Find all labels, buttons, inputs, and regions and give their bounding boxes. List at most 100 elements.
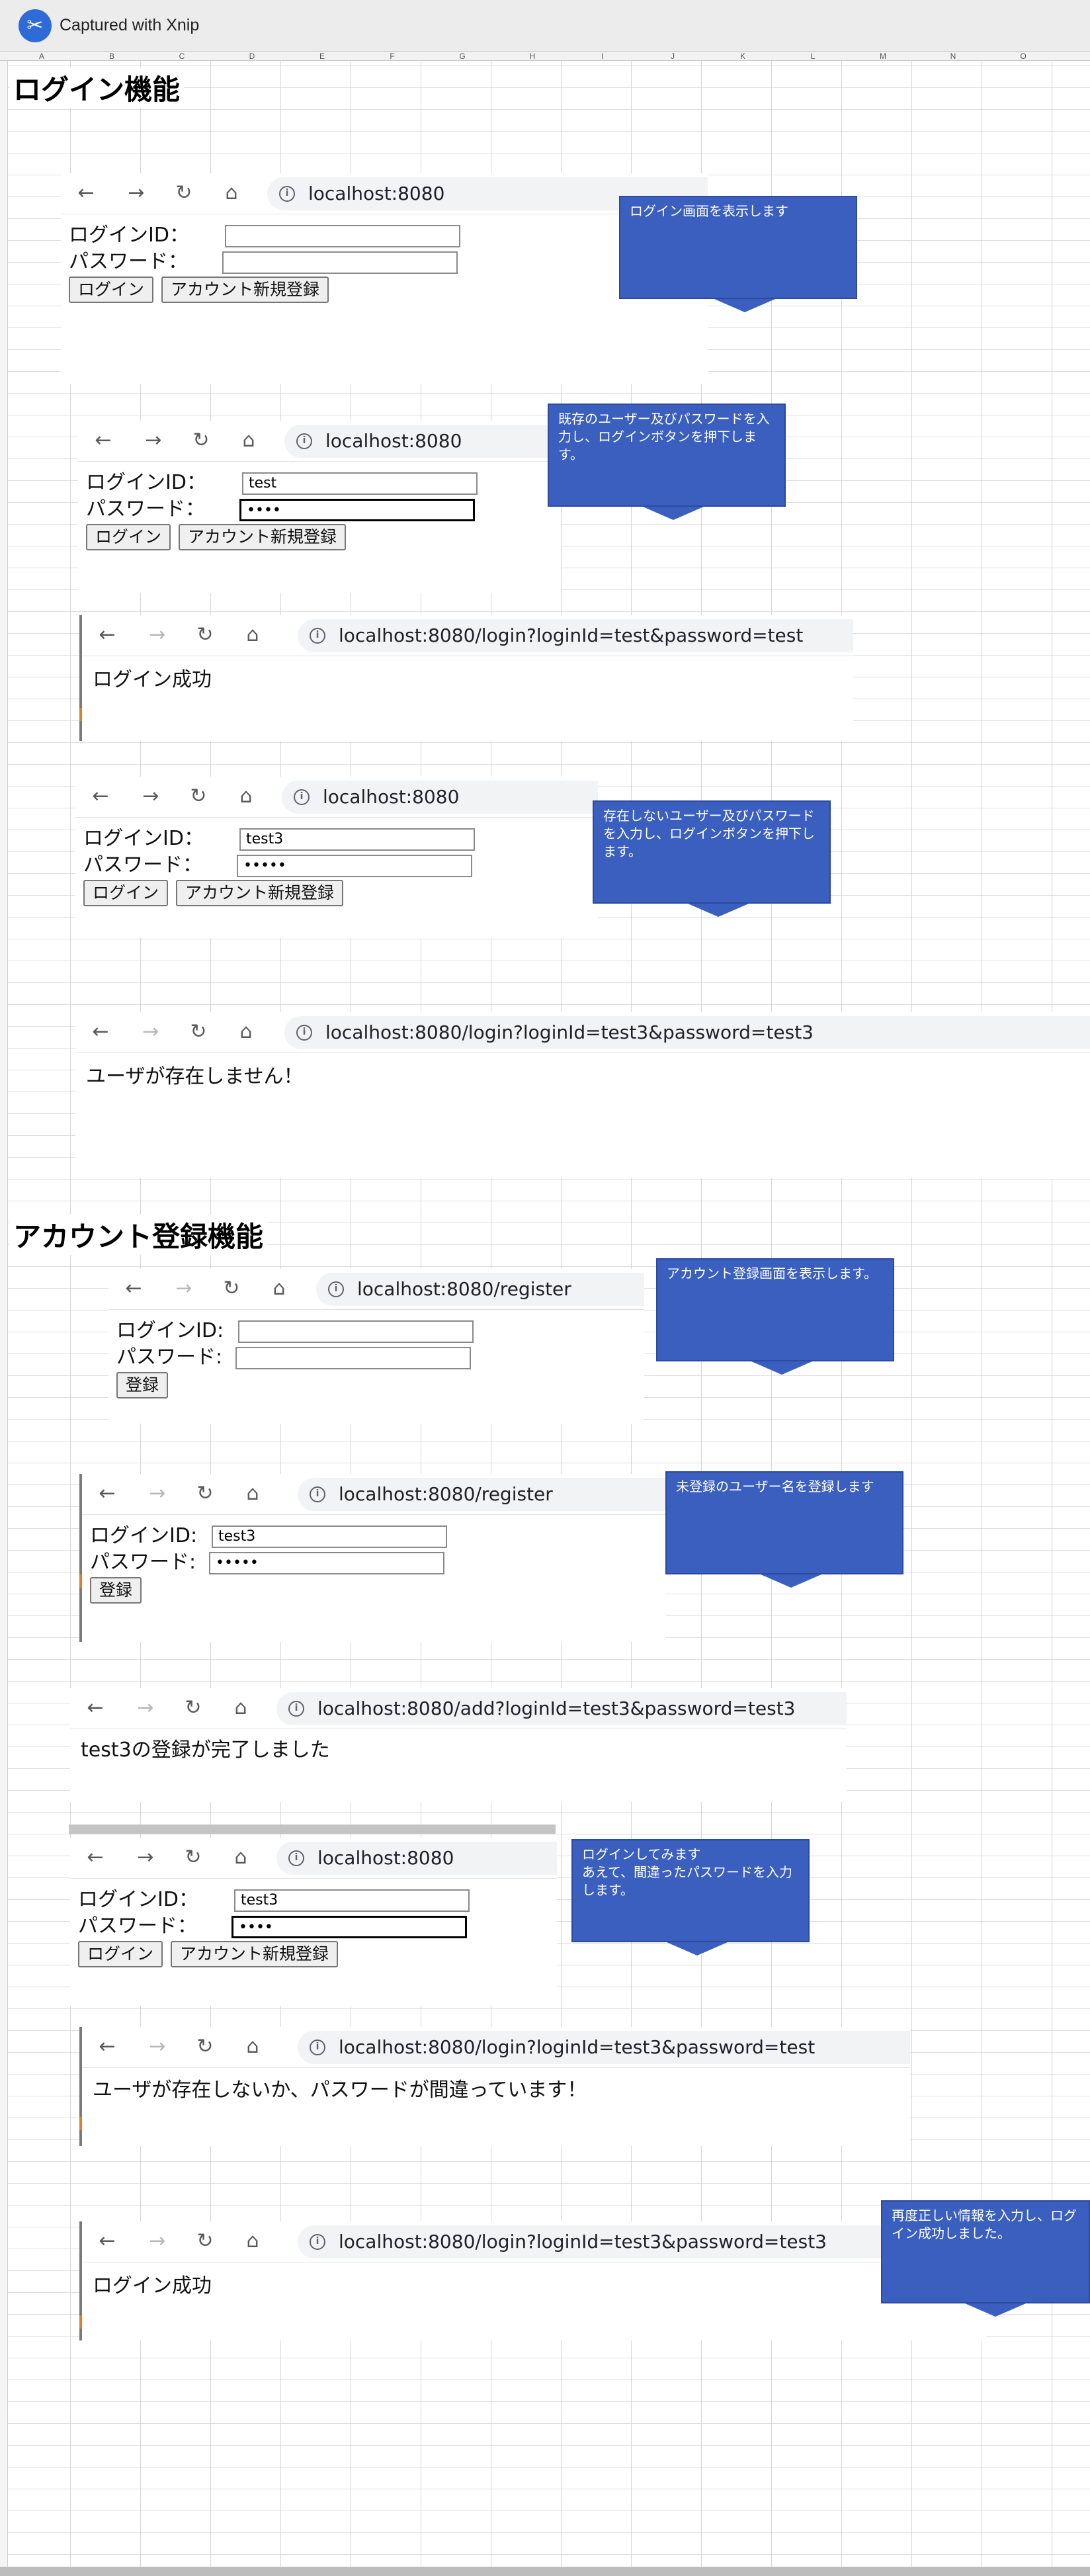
column-letter[interactable]: G: [427, 52, 497, 61]
column-letter[interactable]: F: [357, 52, 427, 61]
back-arrow-icon[interactable]: ←: [86, 1017, 115, 1047]
reload-icon[interactable]: ↻: [190, 1479, 220, 1508]
column-letter[interactable]: A: [7, 52, 77, 61]
reload-icon[interactable]: ↻: [179, 1843, 208, 1872]
info-icon[interactable]: i: [310, 2234, 325, 2250]
info-icon[interactable]: i: [310, 628, 325, 644]
reload-icon[interactable]: ↻: [179, 1694, 208, 1723]
home-icon[interactable]: ⌂: [265, 1274, 294, 1303]
address-bar[interactable]: i localhost:8080/register: [316, 1273, 644, 1306]
info-icon[interactable]: i: [294, 789, 310, 805]
login-id-input[interactable]: test3: [234, 1889, 470, 1912]
address-bar[interactable]: i localhost:8080: [276, 1842, 557, 1875]
reload-icon[interactable]: ↻: [184, 1017, 213, 1047]
back-arrow-icon[interactable]: ←: [119, 1274, 148, 1303]
back-arrow-icon[interactable]: ←: [93, 621, 122, 650]
column-letter[interactable]: E: [287, 52, 357, 61]
column-letter[interactable]: B: [77, 52, 147, 61]
forward-arrow-icon[interactable]: →: [136, 782, 165, 811]
address-bar[interactable]: i localhost:8080/login?loginId=test3&pas…: [298, 2031, 910, 2064]
column-letter[interactable]: J: [638, 52, 708, 61]
new-account-button[interactable]: アカウント新規登録: [171, 1941, 339, 1967]
forward-arrow-icon[interactable]: →: [122, 179, 151, 208]
info-icon[interactable]: i: [296, 433, 312, 449]
column-letter[interactable]: O: [988, 52, 1058, 61]
column-letter[interactable]: M: [848, 52, 918, 61]
back-arrow-icon[interactable]: ←: [93, 1479, 122, 1508]
register-button[interactable]: 登録: [116, 1372, 169, 1398]
home-icon[interactable]: ⌂: [231, 782, 261, 811]
address-bar[interactable]: i localhost:8080/login?loginId=test&pass…: [298, 619, 853, 652]
home-icon[interactable]: ⌂: [226, 1843, 255, 1872]
column-letter[interactable]: D: [217, 52, 287, 61]
password-input[interactable]: •••••: [209, 1552, 444, 1574]
home-icon[interactable]: ⌂: [238, 1479, 267, 1508]
login-id-input[interactable]: test3: [239, 828, 475, 851]
login-id-input[interactable]: test3: [212, 1525, 447, 1548]
info-icon[interactable]: i: [296, 1025, 312, 1041]
info-icon[interactable]: i: [288, 1850, 304, 1866]
login-button[interactable]: ログイン: [83, 880, 169, 906]
home-icon[interactable]: ⌂: [226, 1694, 255, 1723]
reload-icon[interactable]: ↻: [217, 1274, 246, 1303]
forward-arrow-icon[interactable]: →: [136, 1017, 165, 1047]
home-icon[interactable]: ⌂: [238, 2032, 267, 2061]
info-icon[interactable]: i: [279, 186, 295, 202]
forward-arrow-icon[interactable]: →: [143, 2032, 172, 2061]
forward-arrow-icon[interactable]: →: [143, 2227, 172, 2256]
login-button[interactable]: ログイン: [69, 277, 154, 303]
reload-icon[interactable]: ↻: [190, 621, 220, 650]
column-letter[interactable]: L: [778, 52, 848, 61]
login-button[interactable]: ログイン: [86, 524, 171, 550]
column-letter[interactable]: C: [147, 52, 217, 61]
back-arrow-icon[interactable]: ←: [93, 2227, 122, 2256]
reload-icon[interactable]: ↻: [169, 179, 198, 208]
back-arrow-icon[interactable]: ←: [86, 782, 115, 811]
back-arrow-icon[interactable]: ←: [71, 179, 101, 208]
login-id-input[interactable]: [238, 1320, 474, 1343]
login-id-input[interactable]: test: [242, 472, 478, 495]
back-arrow-icon[interactable]: ←: [89, 426, 118, 455]
back-arrow-icon[interactable]: ←: [81, 1694, 110, 1723]
forward-arrow-icon[interactable]: →: [131, 1694, 160, 1723]
info-icon[interactable]: i: [310, 1486, 325, 1502]
login-id-input[interactable]: [225, 225, 460, 247]
new-account-button[interactable]: アカウント新規登録: [161, 277, 329, 303]
column-letter[interactable]: H: [497, 52, 567, 61]
back-arrow-icon[interactable]: ←: [81, 1843, 110, 1872]
password-input[interactable]: [222, 251, 458, 274]
address-bar[interactable]: i localhost:8080/register: [298, 1478, 665, 1511]
password-input[interactable]: [235, 1347, 471, 1369]
forward-arrow-icon[interactable]: →: [169, 1274, 198, 1303]
password-input[interactable]: •••••: [237, 855, 472, 877]
info-icon[interactable]: i: [328, 1281, 344, 1297]
address-bar[interactable]: i localhost:8080: [284, 425, 561, 458]
register-button[interactable]: 登録: [90, 1577, 142, 1604]
address-bar[interactable]: i localhost:8080: [282, 781, 598, 814]
password-input[interactable]: ••••: [239, 499, 475, 521]
home-icon[interactable]: ⌂: [231, 1017, 261, 1047]
new-account-button[interactable]: アカウント新規登録: [179, 524, 347, 550]
home-icon[interactable]: ⌂: [238, 2227, 267, 2256]
info-icon[interactable]: i: [310, 2039, 325, 2055]
home-icon[interactable]: ⌂: [217, 179, 246, 208]
forward-arrow-icon[interactable]: →: [143, 621, 172, 650]
home-icon[interactable]: ⌂: [234, 426, 263, 455]
column-letter[interactable]: N: [918, 52, 988, 61]
reload-icon[interactable]: ↻: [190, 2032, 220, 2061]
new-account-button[interactable]: アカウント新規登録: [176, 880, 344, 906]
forward-arrow-icon[interactable]: →: [139, 426, 168, 455]
column-letter[interactable]: K: [708, 52, 778, 61]
forward-arrow-icon[interactable]: →: [131, 1843, 160, 1872]
home-icon[interactable]: ⌂: [238, 621, 267, 650]
reload-icon[interactable]: ↻: [187, 426, 216, 455]
forward-arrow-icon[interactable]: →: [143, 1479, 172, 1508]
info-icon[interactable]: i: [288, 1701, 304, 1717]
password-input[interactable]: ••••: [231, 1916, 467, 1938]
reload-icon[interactable]: ↻: [184, 782, 213, 811]
reload-icon[interactable]: ↻: [190, 2227, 220, 2256]
bottom-scrollbar[interactable]: [0, 2567, 1090, 2576]
back-arrow-icon[interactable]: ←: [93, 2032, 122, 2061]
login-button[interactable]: ログイン: [78, 1941, 163, 1967]
column-letter[interactable]: I: [567, 52, 638, 61]
